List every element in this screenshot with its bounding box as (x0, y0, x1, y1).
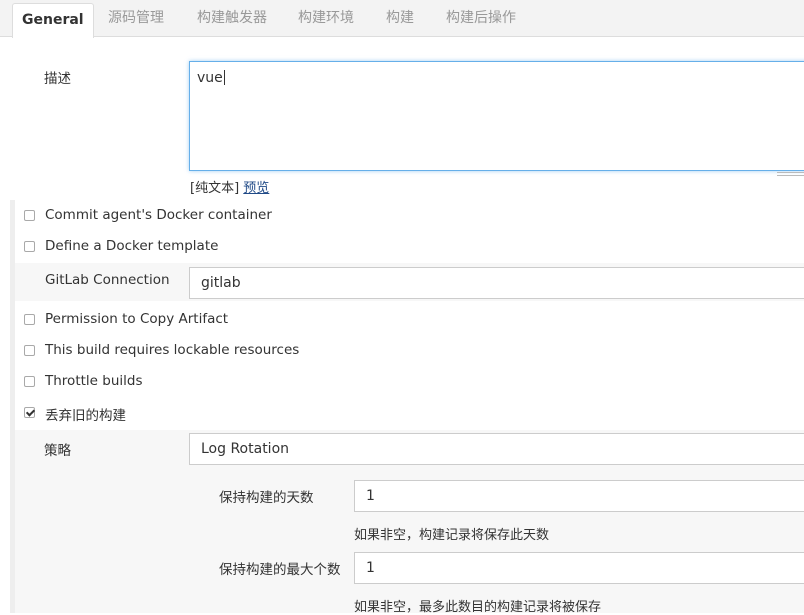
days-to-keep-hint: 如果非空，构建记录将保存此天数 (354, 528, 550, 543)
resize-handle[interactable] (777, 172, 804, 176)
max-builds-input[interactable]: 1 (354, 552, 804, 584)
tab-bar: General 源码管理 构建触发器 构建环境 构建 构建后操作 (0, 0, 804, 38)
permission-copy-checkbox[interactable] (24, 314, 35, 325)
gitlab-connection-select[interactable]: gitlab (189, 267, 804, 299)
strategy-select[interactable]: Log Rotation (189, 433, 804, 465)
tab-post-build[interactable]: 构建后操作 (446, 0, 516, 37)
description-hint: [纯文本] 预览 (190, 177, 269, 196)
commit-docker-checkbox[interactable] (24, 210, 35, 221)
commit-docker-label: Commit agent's Docker container (45, 207, 272, 223)
discard-old-label: 丢弃旧的构建 (45, 408, 126, 424)
preview-link[interactable]: 预览 (243, 181, 269, 196)
lockable-checkbox[interactable] (24, 345, 35, 356)
days-to-keep-input[interactable]: 1 (354, 480, 804, 512)
strategy-label: 策略 (44, 443, 71, 459)
permission-copy-label: Permission to Copy Artifact (45, 311, 229, 327)
plain-text-label: [纯文本] (190, 181, 240, 196)
docker-template-label: Define a Docker template (45, 238, 219, 254)
max-builds-hint: 如果非空，最多此数目的构建记录将被保存 (354, 600, 602, 615)
text-caret (223, 70, 225, 85)
throttle-checkbox[interactable] (24, 376, 35, 387)
tab-source-control[interactable]: 源码管理 (108, 0, 164, 37)
description-textarea[interactable]: vue (189, 61, 804, 171)
throttle-label: Throttle builds (45, 373, 143, 389)
max-builds-label: 保持构建的最大个数 (219, 562, 341, 578)
description-label: 描述 (44, 71, 71, 87)
days-to-keep-label: 保持构建的天数 (219, 490, 314, 506)
gitlab-connection-label: GitLab Connection (45, 272, 170, 288)
tab-general[interactable]: General (12, 3, 94, 38)
tab-build[interactable]: 构建 (386, 0, 414, 37)
docker-template-checkbox[interactable] (24, 241, 35, 252)
discard-old-checkbox[interactable] (24, 407, 35, 418)
tab-build-environment[interactable]: 构建环境 (298, 0, 354, 37)
tab-build-triggers[interactable]: 构建触发器 (197, 0, 267, 37)
description-text: vue (197, 70, 223, 86)
lockable-label: This build requires lockable resources (45, 342, 300, 358)
